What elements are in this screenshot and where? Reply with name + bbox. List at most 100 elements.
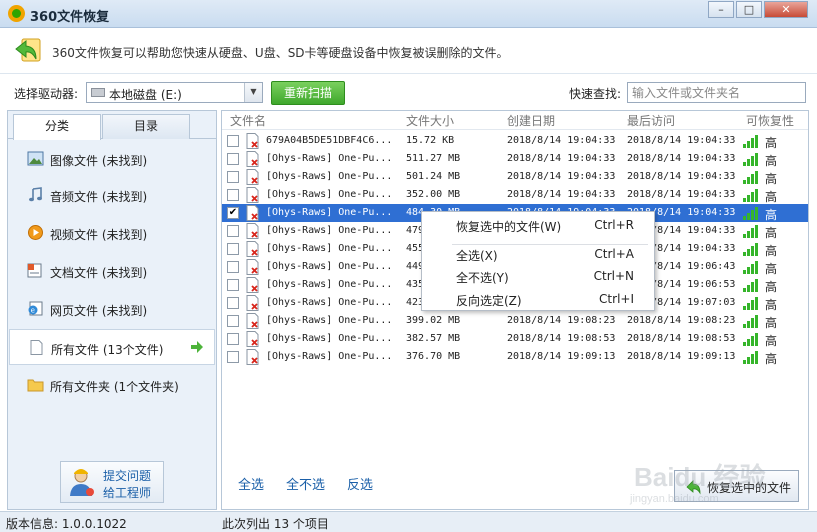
row-checkbox[interactable] xyxy=(227,243,239,255)
column-header-size[interactable]: 文件大小 xyxy=(406,112,454,129)
cell-recoverability: 高 xyxy=(765,208,778,222)
image-icon xyxy=(27,151,44,166)
row-checkbox[interactable] xyxy=(227,297,239,309)
category-label: 音频文件 (未找到) xyxy=(50,190,148,204)
signal-bar xyxy=(755,333,758,346)
row-checkbox[interactable] xyxy=(227,171,239,183)
signal-bar xyxy=(751,264,754,274)
cell-recoverability: 高 xyxy=(765,190,778,204)
cell-recoverability: 高 xyxy=(765,298,778,312)
cell-created: 2018/8/14 19:04:33 xyxy=(507,189,616,200)
help-line-1: 提交问题 xyxy=(103,469,152,483)
signal-bar xyxy=(755,225,758,238)
table-row[interactable]: [Ohys-Raws] One-Pu... 382.57 MB 2018/8/14 … xyxy=(222,330,808,348)
tab-category[interactable]: 分类 xyxy=(13,114,101,140)
menu-item-invert-selection[interactable]: 反向选定(Z) Ctrl+I xyxy=(422,289,654,309)
menu-item-select-all[interactable]: 全选(X) Ctrl+A xyxy=(422,244,654,264)
signal-bars-icon xyxy=(743,243,759,256)
cell-accessed: 2018/8/14 19:04:33 xyxy=(627,135,736,146)
row-checkbox[interactable] xyxy=(227,261,239,273)
signal-bar xyxy=(755,153,758,166)
select-none-link[interactable]: 全不选 xyxy=(286,474,325,493)
signal-bar xyxy=(751,246,754,256)
table-row[interactable]: [Ohys-Raws] One-Pu... 501.24 MB 2018/8/14 … xyxy=(222,168,808,186)
table-row[interactable]: [Ohys-Raws] One-Pu... 352.00 MB 2018/8/14 … xyxy=(222,186,808,204)
invert-selection-link[interactable]: 反选 xyxy=(347,474,373,493)
select-all-link[interactable]: 全选 xyxy=(238,474,264,493)
category-all-files[interactable]: 所有文件 (13个文件) xyxy=(9,329,215,365)
category-documents[interactable]: 文档文件 (未找到) xyxy=(9,253,215,289)
table-row[interactable]: [Ohys-Raws] One-Pu... 399.02 MB 2018/8/14 … xyxy=(222,312,808,330)
table-row[interactable]: 679A04B5DE51DBF4C6... 15.72 KB 2018/8/14 1… xyxy=(222,132,808,150)
drive-value: 本地磁盘 (E:) xyxy=(109,88,182,102)
close-button[interactable]: ✕ xyxy=(764,1,808,18)
engineer-icon xyxy=(70,469,94,496)
cell-name: [Ohys-Raws] One-Pu... xyxy=(266,171,393,182)
deleted-file-icon xyxy=(246,187,259,203)
cell-name: [Ohys-Raws] One-Pu... xyxy=(266,315,393,326)
toolbar: 选择驱动器: 本地磁盘 (E:) ▼ 重新扫描 快速查找: xyxy=(0,76,817,108)
row-checkbox[interactable]: ✔ xyxy=(227,207,239,219)
signal-bar xyxy=(743,162,746,166)
folder-icon xyxy=(27,379,44,392)
menu-item-select-none[interactable]: 全不选(Y) Ctrl+N xyxy=(422,266,654,286)
contact-engineer-button[interactable]: 提交问题 给工程师 xyxy=(60,461,164,503)
table-row[interactable]: [Ohys-Raws] One-Pu... 376.70 MB 2018/8/14 … xyxy=(222,348,808,366)
tab-directory[interactable]: 目录 xyxy=(102,114,190,139)
row-checkbox[interactable] xyxy=(227,315,239,327)
column-header-recoverability[interactable]: 可恢复性 xyxy=(746,112,794,129)
signal-bar xyxy=(743,198,746,202)
signal-bars-icon xyxy=(743,315,759,328)
column-header-accessed[interactable]: 最后访问 xyxy=(627,112,675,129)
webpage-icon: e xyxy=(28,301,43,316)
category-all-folders[interactable]: 所有文件夹 (1个文件夹) xyxy=(9,367,215,403)
row-checkbox[interactable] xyxy=(227,333,239,345)
signal-bar xyxy=(755,189,758,202)
signal-bar xyxy=(751,192,754,202)
cell-accessed: 2018/8/14 19:09:13 xyxy=(627,351,736,362)
deleted-file-icon xyxy=(246,241,259,257)
rescan-button[interactable]: 重新扫描 xyxy=(271,81,345,105)
column-header-created[interactable]: 创建日期 xyxy=(507,112,555,129)
signal-bar xyxy=(751,336,754,346)
row-checkbox[interactable] xyxy=(227,225,239,237)
row-checkbox[interactable] xyxy=(227,189,239,201)
category-video[interactable]: 视频文件 (未找到) xyxy=(9,215,215,251)
deleted-file-icon xyxy=(246,313,259,329)
cell-created: 2018/8/14 19:04:33 xyxy=(507,135,616,146)
category-images[interactable]: 图像文件 (未找到) xyxy=(9,141,215,177)
signal-bar xyxy=(747,195,750,202)
signal-bars-icon xyxy=(743,261,759,274)
signal-bar xyxy=(751,354,754,364)
signal-bar xyxy=(747,249,750,256)
category-label: 所有文件夹 (1个文件夹) xyxy=(50,380,179,394)
maximize-button[interactable]: □ xyxy=(736,1,762,18)
row-checkbox[interactable] xyxy=(227,279,239,291)
signal-bars-icon xyxy=(743,279,759,292)
column-header-name[interactable]: 文件名 xyxy=(230,112,266,129)
deleted-file-icon xyxy=(246,205,259,221)
deleted-file-icon xyxy=(246,331,259,347)
drive-select[interactable]: 本地磁盘 (E:) ▼ xyxy=(86,82,263,103)
signal-bar xyxy=(743,234,746,238)
category-audio[interactable]: 音频文件 (未找到) xyxy=(9,177,215,213)
signal-bar xyxy=(751,174,754,184)
menu-item-recover-selected[interactable]: 恢复选中的文件(W) Ctrl+R xyxy=(422,215,654,235)
signal-bar xyxy=(755,315,758,328)
table-row[interactable]: [Ohys-Raws] One-Pu... 511.27 MB 2018/8/14 … xyxy=(222,150,808,168)
cell-accessed: 2018/8/14 19:04:33 xyxy=(627,189,736,200)
signal-bars-icon xyxy=(743,135,759,148)
chevron-down-icon[interactable]: ▼ xyxy=(244,83,262,102)
signal-bar xyxy=(743,180,746,184)
video-icon xyxy=(28,225,43,240)
row-checkbox[interactable] xyxy=(227,351,239,363)
category-webpages[interactable]: e 网页文件 (未找到) xyxy=(9,291,215,327)
cell-name: [Ohys-Raws] One-Pu... xyxy=(266,153,393,164)
minimize-button[interactable]: – xyxy=(708,1,734,18)
deleted-file-icon xyxy=(246,223,259,239)
document-icon xyxy=(27,263,42,278)
search-input[interactable] xyxy=(627,82,806,103)
row-checkbox[interactable] xyxy=(227,153,239,165)
row-checkbox[interactable] xyxy=(227,135,239,147)
menu-item-label: 全选(X) xyxy=(456,249,498,263)
